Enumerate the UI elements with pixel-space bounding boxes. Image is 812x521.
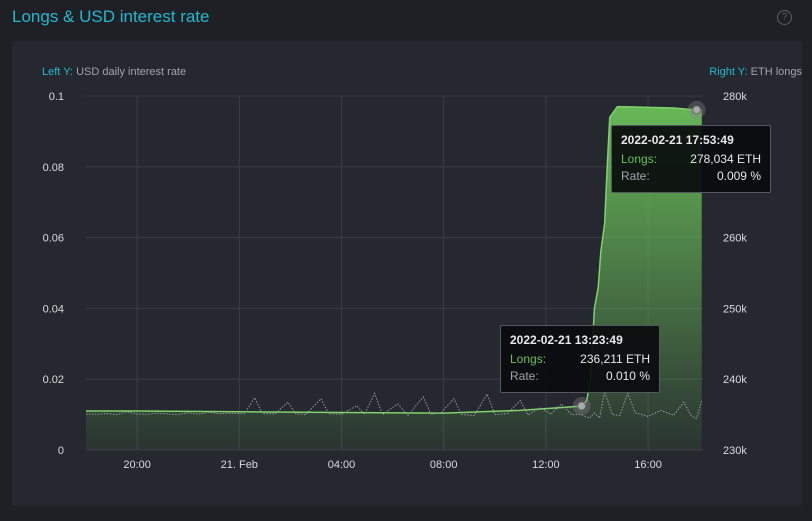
- right-tick-label: 260k: [723, 233, 747, 245]
- right-tick-label: 280k: [723, 91, 747, 103]
- x-tick-label: 16:00: [634, 459, 662, 471]
- right-tick-label: 240k: [723, 374, 747, 386]
- left-tick-label: 0.06: [43, 233, 64, 245]
- tooltip-longs-value: 278,034 ETH: [690, 152, 761, 166]
- tooltip-rate-value: 0.009 %: [716, 169, 761, 183]
- tooltip-1: 2022-02-21 17:53:49 Longs: 278,034 ETH Ra…: [611, 125, 771, 193]
- longs-area: [86, 106, 702, 451]
- highlighted-point: [577, 401, 587, 411]
- left-tick-label: 0.04: [43, 303, 64, 315]
- left-tick-label: 0.02: [43, 374, 64, 386]
- right-tick-label: 230k: [723, 445, 747, 457]
- x-tick-label: 12:00: [532, 459, 560, 471]
- tooltip-longs-label: Longs:: [621, 152, 658, 166]
- x-tick-label: 08:00: [430, 459, 458, 471]
- tooltip-0: 2022-02-21 13:23:49 Longs: 236,211 ETH Ra…: [500, 325, 660, 393]
- tooltip-date: 2022-02-21 17:53:49: [621, 133, 734, 147]
- tooltip-rate-label: Rate:: [621, 169, 650, 183]
- tooltip-date: 2022-02-21 13:23:49: [510, 333, 623, 347]
- x-tick-label: 21. Feb: [221, 459, 258, 471]
- right-tick-label: 250k: [723, 303, 747, 315]
- left-tick-label: 0: [58, 445, 64, 457]
- x-tick-label: 20:00: [123, 459, 151, 471]
- tooltip-longs-label: Longs:: [510, 352, 547, 366]
- tooltip-longs-value: 236,211 ETH: [580, 352, 650, 366]
- x-tick-label: 04:00: [328, 459, 356, 471]
- tooltip-rate-value: 0.010 %: [605, 369, 650, 383]
- left-tick-label: 0.08: [43, 162, 64, 174]
- tooltip-rate-label: Rate:: [510, 369, 539, 383]
- chart-svg[interactable]: 0230k0.02240k0.04250k0.06260k0.08270k0.1…: [0, 0, 812, 521]
- highlighted-point: [692, 105, 702, 115]
- left-tick-label: 0.1: [49, 91, 64, 103]
